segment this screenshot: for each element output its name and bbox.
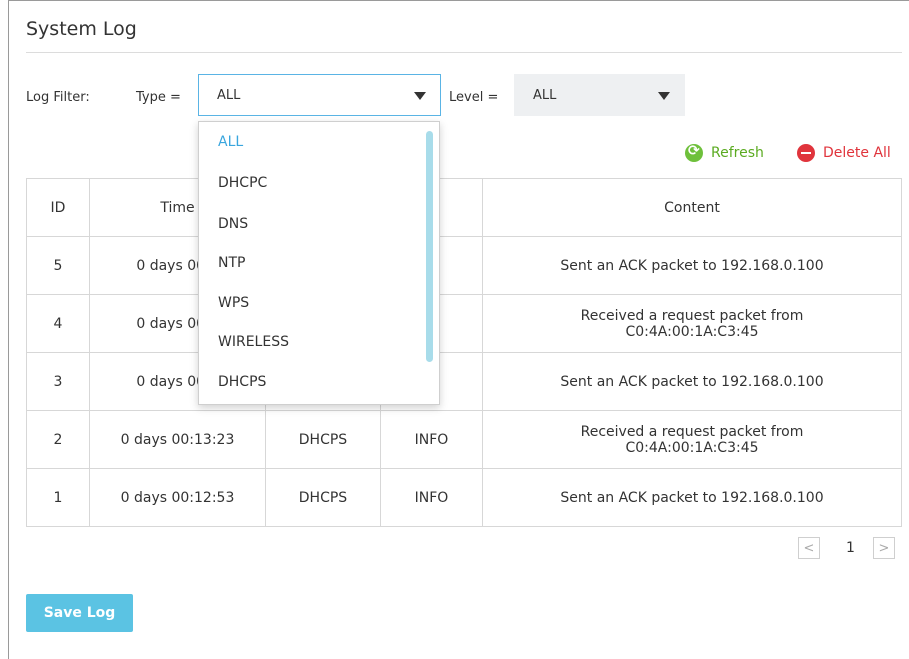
frame-left-border [8, 0, 9, 659]
frame-top-border [8, 0, 909, 1]
chevron-right-icon: > [878, 540, 890, 556]
cell-id: 5 [26, 236, 90, 295]
level-select[interactable]: ALL [514, 74, 685, 116]
content-line: C0:4A:00:1A:C3:45 [625, 323, 759, 340]
cell-content: Sent an ACK packet to 192.168.0.100 [482, 236, 902, 295]
delete-all-label: Delete All [823, 145, 891, 161]
cell-id: 3 [26, 352, 90, 411]
next-page-button[interactable]: > [873, 537, 895, 559]
refresh-label: Refresh [711, 145, 764, 161]
level-select-value: ALL [533, 87, 557, 103]
table-row: 2 0 days 00:13:23 DHCPS INFO Received a … [26, 410, 902, 469]
cell-content: Received a request packet from C0:4A:00:1… [482, 294, 902, 353]
dropdown-scrollbar[interactable] [426, 131, 433, 362]
dropdown-option-dns[interactable]: DNS [218, 216, 248, 232]
cell-id: 2 [26, 410, 90, 469]
cell-id: 1 [26, 468, 90, 527]
cell-type: DHCPS [265, 468, 381, 527]
column-header-id: ID [26, 178, 90, 237]
table-header-row: ID Time el Content [26, 178, 902, 237]
prev-page-button[interactable]: < [798, 537, 820, 559]
table-row: 1 0 days 00:12:53 DHCPS INFO Sent an ACK… [26, 468, 902, 527]
content-line: Sent an ACK packet to 192.168.0.100 [560, 257, 824, 274]
page-title: System Log [26, 18, 137, 40]
caret-down-icon [414, 92, 426, 100]
dropdown-option-dhcpc[interactable]: DHCPC [218, 175, 267, 191]
dropdown-option-dhcps[interactable]: DHCPS [218, 374, 266, 390]
page-number[interactable]: 1 [846, 540, 855, 556]
content-line: C0:4A:00:1A:C3:45 [625, 439, 759, 456]
table-row: 4 0 days 00:1 D Received a request packe… [26, 294, 902, 353]
title-divider [26, 52, 902, 53]
delete-all-button[interactable]: Delete All [797, 144, 891, 162]
cell-content: Sent an ACK packet to 192.168.0.100 [482, 352, 902, 411]
type-select[interactable]: ALL [198, 74, 441, 116]
delete-icon [797, 144, 815, 162]
dropdown-option-wps[interactable]: WPS [218, 295, 249, 311]
type-select-value: ALL [217, 87, 241, 103]
dropdown-option-all[interactable]: ALL [218, 134, 243, 150]
cell-level: INFO [380, 410, 483, 469]
cell-time: 0 days 00:13:23 [89, 410, 266, 469]
content-line: Received a request packet from [580, 423, 804, 440]
table-row: 5 0 days 00:1 D Sent an ACK packet to 19… [26, 236, 902, 295]
level-filter-label: Level = [449, 90, 499, 105]
column-header-content: Content [482, 178, 902, 237]
content-line: Received a request packet from [580, 307, 804, 324]
dropdown-option-wireless[interactable]: WIRELESS [218, 334, 289, 350]
refresh-icon [685, 143, 703, 162]
type-dropdown-menu: ALL DHCPC DNS NTP WPS WIRELESS DHCPS [198, 121, 440, 405]
cell-id: 4 [26, 294, 90, 353]
save-log-button[interactable]: Save Log [26, 594, 133, 632]
content-line: Sent an ACK packet to 192.168.0.100 [560, 373, 824, 390]
cell-level: INFO [380, 468, 483, 527]
system-log-table: ID Time el Content 5 0 days 00:1 D Sent … [26, 178, 902, 527]
dropdown-option-ntp[interactable]: NTP [218, 255, 245, 271]
log-filter-label: Log Filter: [26, 90, 90, 105]
refresh-button[interactable]: Refresh [685, 143, 764, 162]
cell-type: DHCPS [265, 410, 381, 469]
cell-content: Received a request packet from C0:4A:00:1… [482, 410, 902, 469]
table-row: 3 0 days 00:1 D Sent an ACK packet to 19… [26, 352, 902, 411]
content-line: Sent an ACK packet to 192.168.0.100 [560, 489, 824, 506]
cell-content: Sent an ACK packet to 192.168.0.100 [482, 468, 902, 527]
cell-time: 0 days 00:12:53 [89, 468, 266, 527]
type-filter-label: Type = [136, 90, 181, 105]
caret-down-icon [658, 92, 670, 100]
chevron-left-icon: < [803, 540, 815, 556]
